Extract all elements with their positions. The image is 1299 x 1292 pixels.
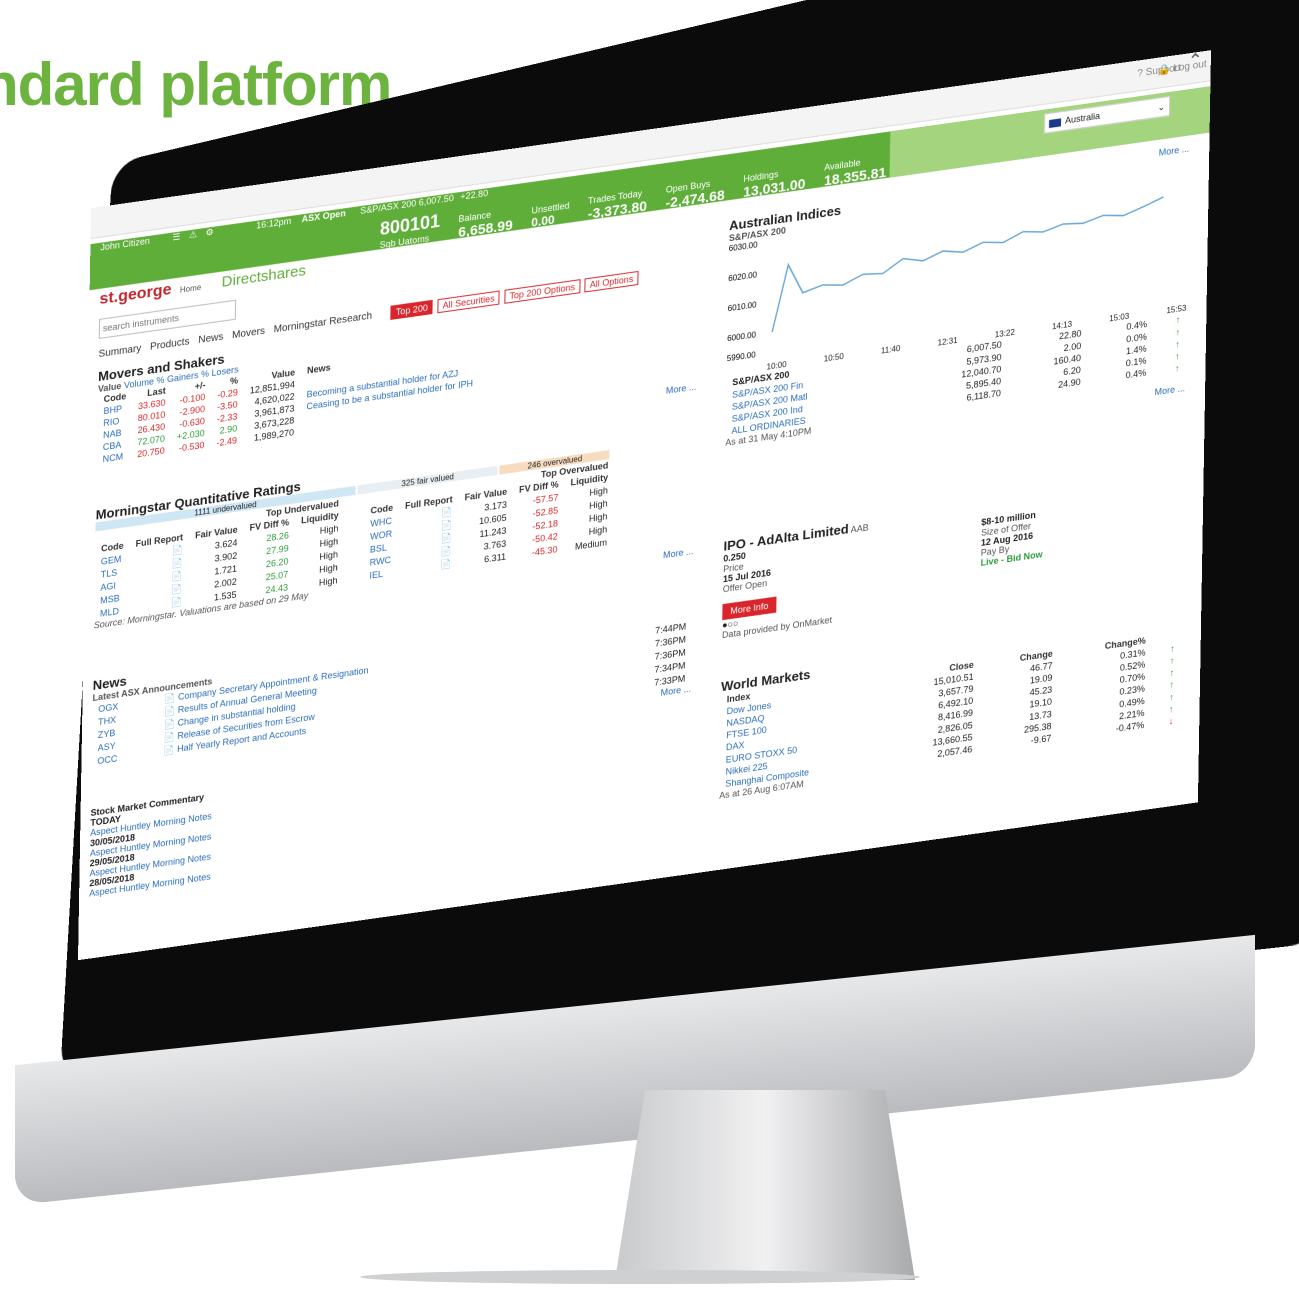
y-tick: 5990.00 [727,350,757,363]
y-tick: 6030.00 [729,240,759,253]
monitor-base [360,1270,920,1284]
tab-products[interactable]: Products [150,336,190,353]
nav-watchlists[interactable]: Watchlists [609,217,668,240]
user-name[interactable]: John Citizen [100,236,150,253]
unsettled-value: 0.00 [531,212,555,231]
nav-products[interactable]: Products [389,249,441,271]
commentary-panel: Stock Market Commentary TODAY Aspect Hun… [89,766,391,898]
menu-icon[interactable]: ☰ [172,231,180,242]
filter-all-securities[interactable]: All Securities [437,290,500,314]
australia-flag-icon [1048,117,1062,128]
pdf-icon: 📄 [163,731,175,743]
ipo-code: AAB [850,522,869,536]
nav-account[interactable]: Account [469,238,516,260]
index-change: +22.80 [460,188,489,203]
collapse-chevron-up-icon[interactable]: ⌃ [1187,50,1203,72]
help-icon: ? [1137,67,1143,80]
market-status: ASX Open [301,208,346,225]
clock-time: 16:12pm [256,215,292,231]
tab-movers[interactable]: Movers [232,326,265,342]
lock-icon: 🔒 [1157,63,1171,77]
pdf-icon: 📄 [163,744,175,756]
monitor-illustration: ? Support 🔒 Log out John Citizen ☰ ⚠ ⚙ 1… [0,0,1299,1292]
filter-all-options[interactable]: All Options [584,270,639,293]
alert-icon[interactable]: ⚠ [189,229,197,240]
tab-summary[interactable]: Summary [98,343,141,360]
y-tick: 6020.00 [728,270,758,283]
ipo-panel: IPO - AdAlta Limited AAB 0.250 Price 15 J… [722,474,1184,640]
pdf-icon: 📄 [163,718,176,730]
y-tick: 6010.00 [728,300,758,313]
filter-top-200[interactable]: Top 200 [390,299,433,320]
world-markets-panel: World Markets Index Close Change Change% Do… [719,615,1181,800]
chevron-down-icon: ⌄ [1157,101,1166,113]
settings-gear-icon[interactable]: ⚙ [206,227,214,238]
y-tick: 6000.00 [727,330,757,343]
monitor-stand [615,1090,915,1280]
app-screen: ? Support 🔒 Log out John Citizen ☰ ⚠ ⚙ 1… [78,50,1211,960]
tab-news[interactable]: News [198,331,223,346]
country-value: Australia [1064,110,1101,126]
logo-home[interactable]: Home [180,283,201,295]
pdf-icon: 📄 [163,705,176,717]
pdf-icon: 📄 [164,692,176,704]
nav-trade[interactable]: Trade [546,229,580,249]
filter-top-200-options[interactable]: Top 200 Options [504,279,581,304]
